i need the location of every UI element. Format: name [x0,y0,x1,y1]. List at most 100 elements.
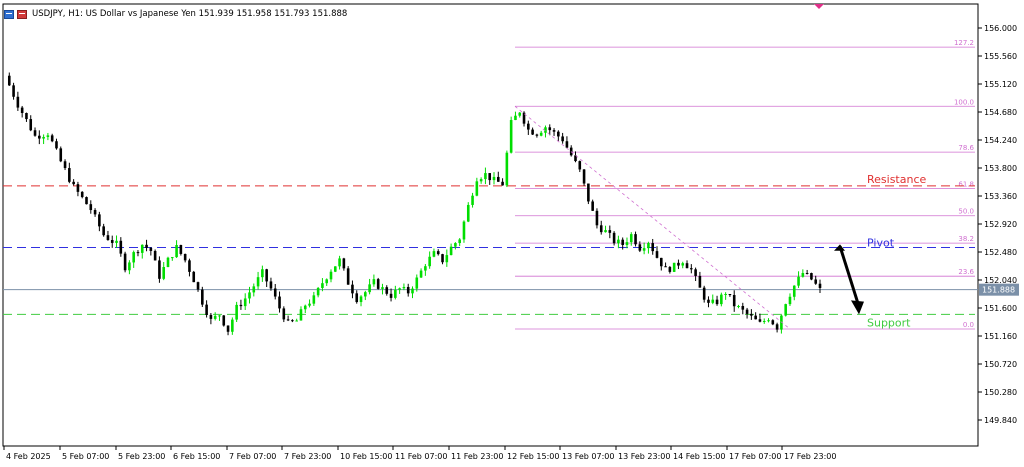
candle-body [222,315,226,326]
candle-body [681,263,685,266]
candle-body [419,270,423,278]
candle-body [316,287,320,296]
candle-body [535,134,539,136]
candle-body [479,179,483,182]
candle-body [256,277,260,287]
candle-body [329,271,333,280]
candle-body [179,245,183,254]
candle-body [299,309,303,321]
candle-body [29,119,33,131]
candle-body [591,201,594,211]
top-marker-icon [814,4,824,9]
candle-body [140,244,144,253]
candle-body [496,176,500,182]
x-tick-label: 11 Feb 23:00 [451,452,503,461]
candle-body [428,256,431,267]
candle-body [102,226,105,236]
fib-level-label: 23.6 [958,268,974,276]
candle-body [599,225,603,233]
candle-body [158,260,161,279]
candle-body [720,294,723,305]
candle-body [638,244,642,251]
candle-body [132,252,135,263]
x-tick-label: 6 Feb 15:00 [173,452,220,461]
y-tick-label: 154.680 [984,108,1017,117]
candle-body [642,248,646,251]
candle-body [110,240,114,243]
candle-body [72,181,75,185]
candle-body [342,258,346,269]
candle-body [333,266,337,272]
candle-body [273,288,277,297]
candle-body [42,136,45,139]
candle-body [381,287,384,289]
candle-body [162,267,166,279]
candle-body [527,123,530,130]
candle-body [312,295,316,304]
price-chart[interactable]: 156.000 155.560 155.120 154.680 154.240 153.8… [0,0,1024,467]
candle-body [59,148,63,162]
candle-body [629,234,633,243]
candle-body [557,131,560,137]
candle-body [810,273,813,280]
plot-frame [2,3,979,447]
x-tick-label: 5 Feb 07:00 [62,452,109,461]
candle-body [415,277,419,289]
candle-body [63,161,67,169]
candle-body [659,257,663,267]
candle-body [539,132,543,136]
candle-body [376,279,380,289]
candle-body [201,289,204,305]
candle-body [617,239,620,244]
candle-body [741,306,745,310]
candle-body [818,283,822,288]
candle-body [115,240,118,243]
candle-body [20,107,24,113]
candle-body [50,135,54,142]
candle-body [239,304,243,307]
candle-body [325,279,329,284]
x-tick-label: 7 Feb 07:00 [229,452,276,461]
candle-body [724,294,727,296]
candle-body [458,239,461,244]
candle-body [698,275,702,288]
candle-body [432,251,436,257]
candle-body [608,230,612,233]
candle-body [561,136,564,142]
candle-body [183,253,187,261]
candle-body [797,276,800,286]
candle-body [762,320,766,322]
candle-body [732,295,736,307]
candle-body [209,314,213,319]
candle-body [394,289,397,298]
candle-body [707,299,710,303]
candle-body [291,320,294,322]
candle-body [188,260,191,272]
x-tick-label: 5 Feb 23:00 [118,452,165,461]
fib-level-label: 61.8 [958,180,974,188]
candle-body [235,304,238,320]
candle-body [295,320,298,322]
candle-body [389,293,393,298]
y-tick-label: 149.840 [984,416,1017,425]
fib-level-label: 38.2 [958,235,974,243]
candle-body [711,299,715,303]
candle-body [466,204,470,222]
candle-body [93,210,97,215]
candle-body [265,269,268,282]
candle-body [196,282,200,290]
candle-body [685,263,689,269]
candle-body [308,303,311,306]
candle-body [805,272,809,274]
candle-body [449,246,453,256]
candle-body [76,184,80,192]
candle-body [406,286,410,294]
candle-body [690,268,693,270]
x-tick-label: 17 Feb 23:00 [784,452,836,461]
x-tick-label: 11 Feb 07:00 [395,452,447,461]
candle-body [231,319,234,332]
fib-diagonal-line [514,105,791,330]
y-tick-label: 150.720 [984,360,1017,369]
candle-body [80,191,84,198]
candle-body [33,130,37,136]
